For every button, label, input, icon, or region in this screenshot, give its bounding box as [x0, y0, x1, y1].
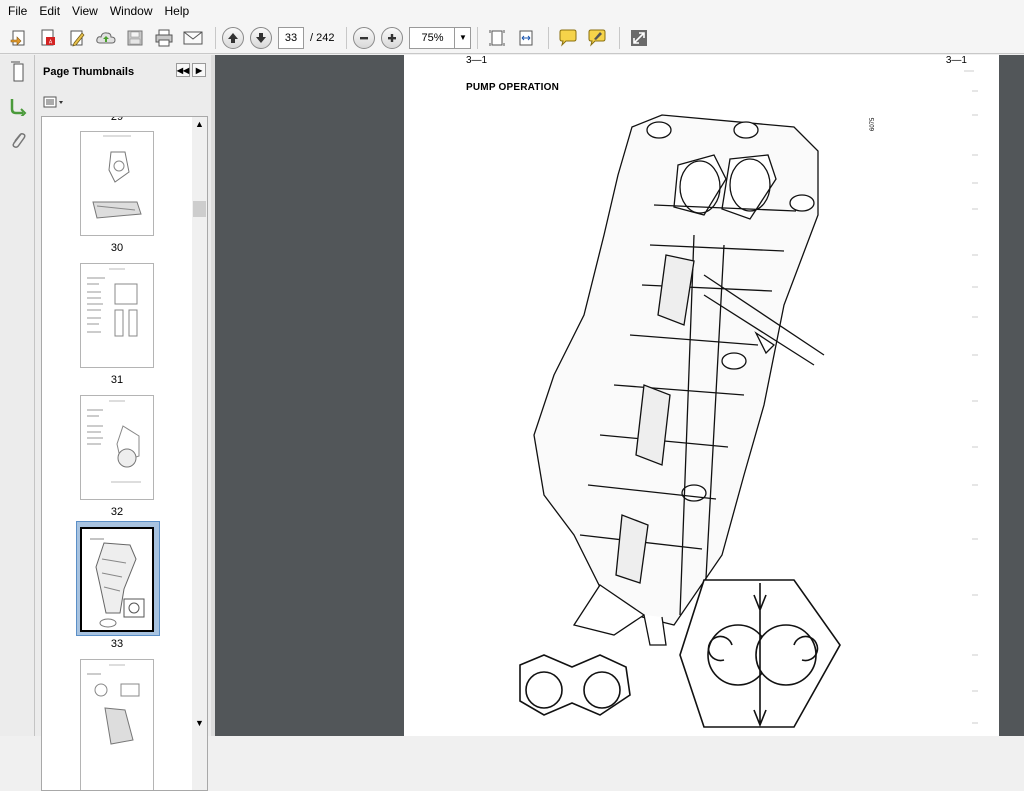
- arrow-down-icon: [256, 32, 266, 43]
- fit-width-icon: [519, 30, 533, 45]
- panel-title: Page Thumbnails: [43, 66, 135, 78]
- pages-icon: [10, 61, 23, 82]
- page-preview: [87, 268, 138, 337]
- chevron-up-icon[interactable]: ▲: [195, 119, 204, 129]
- options-list-icon: [43, 96, 63, 108]
- attachments-tab[interactable]: [0, 123, 35, 157]
- pump-cutaway-illustration: [519, 70, 978, 728]
- page-total-label: / 242: [310, 31, 335, 44]
- plus-icon: [388, 33, 397, 42]
- toolbar-separator: [215, 26, 216, 49]
- expand-button[interactable]: [626, 25, 652, 51]
- highlight-button[interactable]: [584, 25, 610, 51]
- panel-menu-button[interactable]: ▶: [192, 63, 206, 77]
- toolbar-separator: [619, 26, 621, 49]
- page-preview: [87, 664, 140, 745]
- thumbnails-panel: Page Thumbnails ◀◀ ▶ 29 30 31 32 33 ▲ ▼: [35, 55, 213, 791]
- thumbnail-scrollbar[interactable]: ▲ ▼: [192, 117, 207, 790]
- open-file-button[interactable]: A: [35, 25, 61, 51]
- minus-icon: [360, 36, 369, 39]
- thumbnail-label: 33: [110, 638, 124, 650]
- double-chevron-left-icon: ◀◀: [176, 65, 190, 75]
- bookmarks-tab[interactable]: [0, 89, 35, 123]
- bookmark-arrow-icon: [10, 99, 26, 116]
- thumbnail-label: 29: [110, 116, 124, 123]
- chevron-down-icon[interactable]: ▼: [454, 27, 470, 48]
- toolbar: A 33 / 242 75% ▼: [0, 22, 1024, 54]
- highlighter-icon: [588, 29, 606, 47]
- page-preview: [87, 400, 141, 483]
- print-button[interactable]: [151, 25, 177, 51]
- next-page-button[interactable]: [250, 26, 272, 49]
- thumbnail-label: 30: [110, 242, 124, 254]
- zoom-out-button[interactable]: [353, 26, 376, 49]
- paperclip-icon: [11, 133, 26, 148]
- thumbnail-page[interactable]: [80, 395, 154, 500]
- create-pdf-icon: [10, 30, 25, 46]
- cloud-upload-icon: [96, 31, 116, 43]
- previous-page-button[interactable]: [222, 26, 244, 49]
- menu-help[interactable]: Help: [159, 0, 196, 22]
- toolbar-separator: [548, 26, 550, 49]
- email-button[interactable]: [180, 25, 206, 51]
- thumbnail-label: 32: [110, 506, 124, 518]
- pdf-file-icon: A: [41, 29, 55, 45]
- edit-pdf-button[interactable]: [64, 25, 90, 51]
- menu-view[interactable]: View: [66, 0, 104, 22]
- zoom-value: 75%: [421, 31, 444, 44]
- save-button[interactable]: [122, 25, 148, 51]
- expand-arrows-icon: [631, 29, 648, 46]
- page-preview: [90, 538, 145, 628]
- page-thumbnails-tab[interactable]: [0, 55, 35, 89]
- thumbnail-page[interactable]: [80, 263, 154, 368]
- save-disk-icon: [127, 30, 143, 45]
- envelope-icon: [183, 31, 203, 44]
- page-number-input[interactable]: 33: [278, 26, 304, 49]
- thumbnail-page-current[interactable]: [80, 527, 154, 632]
- panel-header: Page Thumbnails ◀◀ ▶: [35, 55, 212, 89]
- navigation-rail: [0, 55, 35, 736]
- fit-width-button[interactable]: [513, 25, 539, 51]
- thumbnail-label: 31: [110, 374, 124, 386]
- menu-window[interactable]: Window: [104, 0, 159, 22]
- thumbnail-options-button[interactable]: [35, 89, 212, 115]
- menu-bar: File Edit View Window Help: [0, 0, 1024, 22]
- fit-page-button[interactable]: [484, 25, 510, 51]
- arrow-up-icon: [228, 32, 238, 43]
- upload-cloud-button[interactable]: [93, 25, 119, 51]
- printer-icon: [155, 29, 173, 46]
- speech-bubble-icon: [559, 29, 577, 47]
- comment-button[interactable]: [555, 25, 581, 51]
- chevron-down-icon[interactable]: ▼: [195, 718, 204, 728]
- thumbnail-page[interactable]: [80, 131, 154, 236]
- create-pdf-button[interactable]: [6, 25, 32, 51]
- collapse-panel-button[interactable]: ◀◀: [176, 63, 190, 77]
- page-preview: [92, 135, 142, 219]
- toolbar-separator: [477, 26, 479, 49]
- document-view[interactable]: 3—1 3—1 PUMP OPERATION 6075: [215, 55, 1024, 736]
- zoom-in-button[interactable]: [381, 26, 404, 49]
- thumbnail-page[interactable]: [80, 659, 154, 790]
- thumbnail-list[interactable]: 29 30 31 32 33 ▲ ▼: [41, 116, 208, 791]
- zoom-select[interactable]: 75% ▼: [409, 26, 472, 49]
- chevron-right-icon: ▶: [195, 65, 203, 75]
- fit-page-icon: [489, 29, 505, 46]
- document-page: 3—1 3—1 PUMP OPERATION 6075: [404, 55, 999, 736]
- menu-edit[interactable]: Edit: [33, 0, 66, 22]
- toolbar-separator: [346, 26, 348, 49]
- scrollbar-thumb[interactable]: [193, 201, 206, 217]
- edit-pencil-icon: [70, 30, 85, 47]
- menu-file[interactable]: File: [2, 0, 33, 22]
